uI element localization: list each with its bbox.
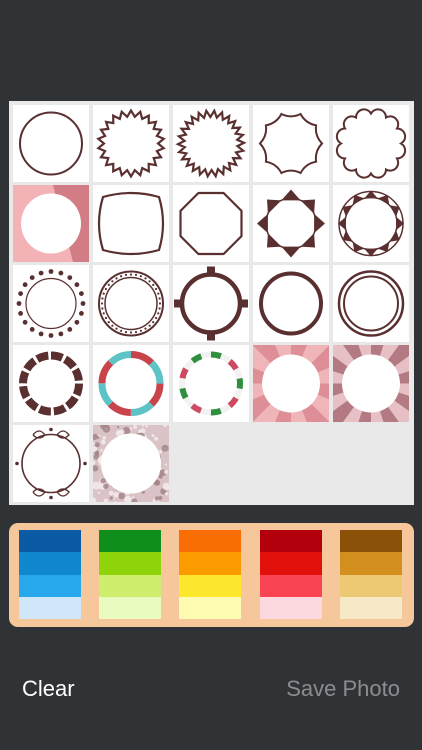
palette-blue-stripe — [19, 574, 81, 597]
palette-gold-stripe — [340, 596, 402, 619]
double-ring-frame-tile[interactable] — [333, 265, 409, 342]
palette-blue-stripe — [19, 530, 81, 553]
tabbed-ring-frame-icon — [174, 266, 248, 341]
pink-square-frame-icon — [13, 185, 89, 262]
starburst-frame-tile[interactable] — [173, 105, 249, 182]
rounded-square-frame-tile[interactable] — [93, 185, 169, 262]
clear-button[interactable]: Clear — [22, 676, 75, 702]
circle-frame-icon — [19, 111, 83, 176]
palette-green-swatch[interactable] — [99, 530, 161, 619]
color-palette-bar — [9, 523, 414, 627]
palette-green-stripe — [99, 552, 161, 575]
frame-grid — [9, 101, 414, 505]
mauve-rays-frame-icon — [333, 345, 409, 422]
glitter-frame-tile[interactable] — [93, 425, 169, 502]
palette-orange-swatch[interactable] — [179, 530, 241, 619]
rounded-square-frame-icon — [97, 191, 165, 256]
sunburst-frame-tile[interactable] — [93, 105, 169, 182]
circle-frame-tile[interactable] — [13, 105, 89, 182]
decagon-frame-icon — [258, 112, 324, 175]
palette-orange-stripe — [179, 574, 241, 597]
palette-orange-stripe — [179, 596, 241, 619]
glitter-frame-icon — [93, 425, 169, 502]
green-pink-ring-frame-icon — [179, 351, 243, 416]
starburst-frame-icon — [175, 108, 247, 179]
ornate-frame-tile[interactable] — [13, 425, 89, 502]
spiked-ring-frame-tile[interactable] — [333, 185, 409, 262]
pink-rays-frame-tile[interactable] — [253, 345, 329, 422]
palette-green-stripe — [99, 574, 161, 597]
pink-rays-frame-icon — [253, 345, 329, 422]
sunburst-frame-icon — [96, 108, 166, 179]
palette-gold-swatch[interactable] — [340, 530, 402, 619]
palette-gold-stripe — [340, 552, 402, 575]
octagon-frame-tile[interactable] — [173, 185, 249, 262]
palette-red-stripe — [260, 596, 322, 619]
frame-picker-panel — [9, 101, 414, 505]
dashed-ring-frame-icon — [19, 351, 83, 416]
dotted-ring-frame-icon — [16, 269, 86, 338]
palette-red-swatch[interactable] — [260, 530, 322, 619]
spiked-ring-frame-icon — [338, 190, 404, 257]
palette-gold-stripe — [340, 574, 402, 597]
tabbed-ring-frame-tile[interactable] — [173, 265, 249, 342]
ornate-frame-icon — [15, 427, 87, 500]
palette-red-stripe — [260, 530, 322, 553]
green-pink-ring-frame-tile[interactable] — [173, 345, 249, 422]
palette-red-stripe — [260, 574, 322, 597]
beaded-ring-frame-icon — [98, 270, 164, 337]
palette-gold-stripe — [340, 530, 402, 553]
pink-square-frame-tile[interactable] — [13, 185, 89, 262]
palette-orange-stripe — [179, 530, 241, 553]
palette-blue-stripe — [19, 552, 81, 575]
palette-blue-stripe — [19, 596, 81, 619]
red-teal-ring-frame-tile[interactable] — [93, 345, 169, 422]
mauve-rays-frame-tile[interactable] — [333, 345, 409, 422]
decagon-frame-tile[interactable] — [253, 105, 329, 182]
palette-green-stripe — [99, 596, 161, 619]
save-photo-button[interactable]: Save Photo — [286, 676, 400, 702]
palette-red-stripe — [260, 552, 322, 575]
scalloped-frame-tile[interactable] — [333, 105, 409, 182]
palette-green-stripe — [99, 530, 161, 553]
dashed-ring-frame-tile[interactable] — [13, 345, 89, 422]
thick-ring-frame-icon — [259, 271, 323, 336]
dotted-ring-frame-tile[interactable] — [13, 265, 89, 342]
double-ring-frame-icon — [337, 270, 405, 337]
octagon-frame-icon — [179, 191, 243, 256]
thick-ring-frame-tile[interactable] — [253, 265, 329, 342]
beaded-ring-frame-tile[interactable] — [93, 265, 169, 342]
palette-orange-stripe — [179, 552, 241, 575]
triangle-ring-frame-tile[interactable] — [253, 185, 329, 262]
palette-blue-swatch[interactable] — [19, 530, 81, 619]
scalloped-frame-icon — [335, 108, 407, 179]
red-teal-ring-frame-icon — [98, 351, 164, 416]
triangle-ring-frame-icon — [257, 189, 325, 258]
